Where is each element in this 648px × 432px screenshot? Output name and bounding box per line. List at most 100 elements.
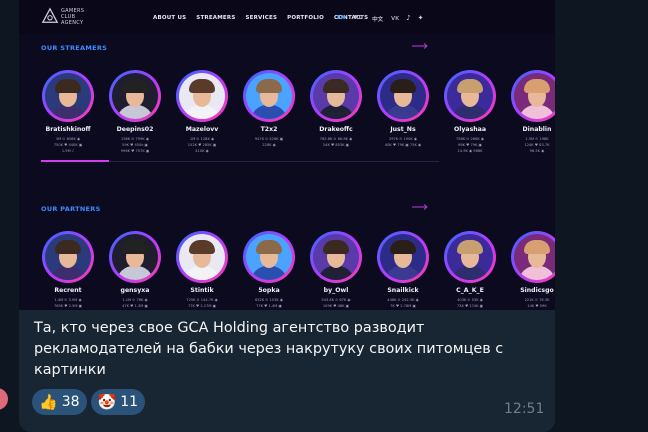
- avatar-photo: [313, 234, 359, 280]
- partner-stats: 446K ⊙ 242.3K ◉7K ♥ 2.78M ▣45K ◉ 8.2M: [373, 297, 433, 310]
- partner-stats: 725K ⊙ 144.7K ◉77K ♥ 2.27M ▣87.2K ◉: [172, 297, 232, 310]
- streamer-name: T2x2: [260, 126, 278, 133]
- streamer-stats: 947K ⊙ 426K ▣ 228K ◉: [239, 136, 299, 148]
- lang-ru: RU: [354, 15, 364, 21]
- stat-line: 24K ♥ 853K ▣: [322, 143, 350, 147]
- sender-avatar[interactable]: [0, 388, 8, 410]
- streamer-card[interactable]: Mazelovv 1M ⊙ 128K ◉ 152K ♥ 285K ▣ 410K ◉: [170, 70, 234, 180]
- stat-line: 3.5M ◉: [239, 309, 299, 310]
- partner-stats: 403K ⊙ 53K ◉73K ♥ 174K ▣25K ◉ 110K: [440, 297, 500, 310]
- site-nav: ABOUT US STREAMERS SERVICES PORTFOLIO CO…: [153, 15, 368, 21]
- streamer-stats: 765.8K ⊙ 66.8K ◉ 24K ♥ 853K ▣: [306, 136, 366, 148]
- lang-zh: 中文: [372, 17, 384, 23]
- streamer-stats: 297K ⊙ 190K ◉ 40K ♥ 79K ▣ 75K ◉: [373, 136, 433, 148]
- avatar-photo: [313, 73, 359, 119]
- carousel-progress: [41, 160, 109, 162]
- streamer-stats: 758K ⊙ 266K ◉ 98K ♥ 79K ▣ 14.9K ◉ 986K: [440, 136, 500, 154]
- streamer-avatar: [243, 70, 295, 122]
- avatar-photo: [246, 234, 292, 280]
- avatar-photo: [112, 73, 158, 119]
- streamer-avatar: [176, 70, 228, 122]
- partner-name: by_Owl: [323, 287, 349, 294]
- streamer-card[interactable]: Dinablin 1.5M ⊙ 198K 124K ♥ 83.7K 96.5K ◉: [505, 70, 555, 180]
- streamer-card[interactable]: Just_Ns 297K ⊙ 190K ◉ 40K ♥ 79K ▣ 75K ◉: [371, 70, 435, 180]
- social-links: ᴠᴋ ♪ ✦: [391, 14, 424, 22]
- partner-stats: 543.8K ⊙ 67K ◉109K ♥ 48K ▣66K ◉: [306, 297, 366, 310]
- stat-line: 1.9M ♪: [61, 149, 75, 153]
- reaction-count: 11: [120, 394, 139, 410]
- stat-line: 228K ◉: [262, 143, 276, 147]
- streamer-name: Olyashaa: [453, 126, 487, 133]
- streamer-card[interactable]: Drakeoffc 765.8K ⊙ 66.8K ◉ 24K ♥ 853K ▣: [304, 70, 368, 180]
- streamer-avatar: [109, 70, 161, 122]
- logo-line: AGENCY: [61, 20, 84, 26]
- site-header: GAMERS CLUB AGENCY ABOUT US STREAMERS SE…: [19, 0, 555, 34]
- logo-text: GAMERS CLUB AGENCY: [61, 8, 111, 26]
- reaction-thumbs-up[interactable]: 👍 38: [32, 389, 87, 415]
- partner-name: Sindicsgo: [520, 287, 554, 294]
- streamer-name: Just_Ns: [390, 126, 416, 133]
- streamer-card[interactable]: Bratishkinoff 3M ⊙ 858K ◉ 750K ♥ 440K ▣ 1.9…: [36, 70, 100, 180]
- partner-card[interactable]: C_A_K_E 403K ⊙ 53K ◉73K ♥ 174K ▣25K ◉ 110…: [438, 231, 502, 310]
- stat-line: 40K ♥ 79K ▣ 75K ◉: [384, 143, 422, 147]
- avatar-photo: [179, 73, 225, 119]
- partners-row: Recrent 1.4M ⊙ 3.9M ◉765K ♥ 2.5M ▣1.5M ◉ g…: [19, 231, 555, 310]
- avatar-photo: [447, 234, 493, 280]
- streamer-card[interactable]: Deepins02 136K ⊙ 799K ◉ 59K ♥ 450k ▣ 996K ♥…: [103, 70, 167, 180]
- streamer-name: Mazelovv: [185, 126, 219, 133]
- partner-stats: 632K ⊙ 153K ◉77K ♥ 1.4M ▣3.5M ◉: [239, 297, 299, 310]
- partner-card[interactable]: Snailkick 446K ⊙ 242.3K ◉7K ♥ 2.78M ▣45K …: [371, 231, 435, 310]
- partner-stats: 1.4M ⊙ 3.9M ◉765K ♥ 2.5M ▣1.5M ◉: [38, 297, 98, 310]
- partner-avatar: [310, 231, 362, 283]
- clown-icon: 🤡: [97, 392, 117, 411]
- message-image[interactable]: GAMERS CLUB AGENCY ABOUT US STREAMERS SE…: [19, 0, 555, 310]
- partner-card[interactable]: Stintik 725K ⊙ 144.7K ◉77K ♥ 2.27M ▣87.2K…: [170, 231, 234, 310]
- reaction-clown[interactable]: 🤡 11: [90, 389, 146, 415]
- avatar-photo: [246, 73, 292, 119]
- avatar-photo: [447, 73, 493, 119]
- partner-card[interactable]: Recrent 1.4M ⊙ 3.9M ◉765K ♥ 2.5M ▣1.5M ◉: [36, 231, 100, 310]
- partner-card[interactable]: gensyxa 1.1M ⊙ 76K ◉47K ♥ 1.3M ▣1.1M ◉: [103, 231, 167, 310]
- partner-name: Stintik: [190, 287, 214, 294]
- partners-arrow-icon: [412, 204, 428, 210]
- partner-name: 5opka: [258, 287, 280, 294]
- stat-line: 47.9K ◉: [507, 309, 555, 310]
- message-text: Та, кто через свое GCA Holding агентство…: [34, 320, 504, 378]
- divider: [109, 160, 439, 162]
- partner-name: Snailkick: [387, 287, 419, 294]
- streamer-card[interactable]: Olyashaa 758K ⊙ 266K ◉ 98K ♥ 79K ▣ 14.9K ◉ …: [438, 70, 502, 180]
- streamer-avatar: [511, 70, 555, 122]
- streamer-stats: 1M ⊙ 128K ◉ 152K ♥ 285K ▣ 410K ◉: [172, 136, 232, 154]
- partner-avatar: [377, 231, 429, 283]
- streamer-avatar: [42, 70, 94, 122]
- partner-avatar: [109, 231, 161, 283]
- streamer-name: Dinablin: [522, 126, 552, 133]
- partner-card[interactable]: Sindicsgo 221K ⊙ 76.3K14K ♥ 59K47.9K ◉: [505, 231, 555, 310]
- stat-line: 410K ◉: [195, 149, 209, 153]
- partner-card[interactable]: 5opka 632K ⊙ 153K ◉77K ♥ 1.4M ▣3.5M ◉: [237, 231, 301, 310]
- avatar-photo: [45, 73, 91, 119]
- vk-icon: ᴠᴋ: [391, 14, 400, 22]
- partner-name: gensyxa: [120, 287, 150, 294]
- partner-card[interactable]: by_Owl 543.8K ⊙ 67K ◉109K ♥ 48K ▣66K ◉: [304, 231, 368, 310]
- avatar-photo: [179, 234, 225, 280]
- stat-line: 14.9K ◉ 986K: [457, 149, 483, 153]
- nav-streamers: STREAMERS: [196, 15, 236, 21]
- avatar-photo: [112, 234, 158, 280]
- avatar-photo: [514, 73, 555, 119]
- avatar-photo: [514, 234, 555, 280]
- reactions: 👍 38 🤡 11: [32, 389, 146, 415]
- twitter-icon: ✦: [417, 14, 424, 22]
- partner-stats: 221K ⊙ 76.3K14K ♥ 59K47.9K ◉: [507, 297, 555, 310]
- stat-line: 96.5K ◉: [529, 149, 545, 153]
- partner-stats: 1.1M ⊙ 76K ◉47K ♥ 1.3M ▣1.1M ◉: [105, 297, 165, 310]
- streamer-card[interactable]: T2x2 947K ⊙ 426K ▣ 228K ◉: [237, 70, 301, 180]
- streamer-name: Bratishkinoff: [45, 126, 91, 133]
- nav-services: SERVICES: [245, 15, 278, 21]
- partner-avatar: [444, 231, 496, 283]
- stat-line: 1.5M ◉: [38, 309, 98, 310]
- lang-en: EN: [337, 15, 346, 21]
- stat-line: 66K ◉: [306, 309, 366, 310]
- streamers-title: OUR STREAMERS: [41, 44, 108, 52]
- stat-line: 1.1M ◉: [105, 309, 165, 310]
